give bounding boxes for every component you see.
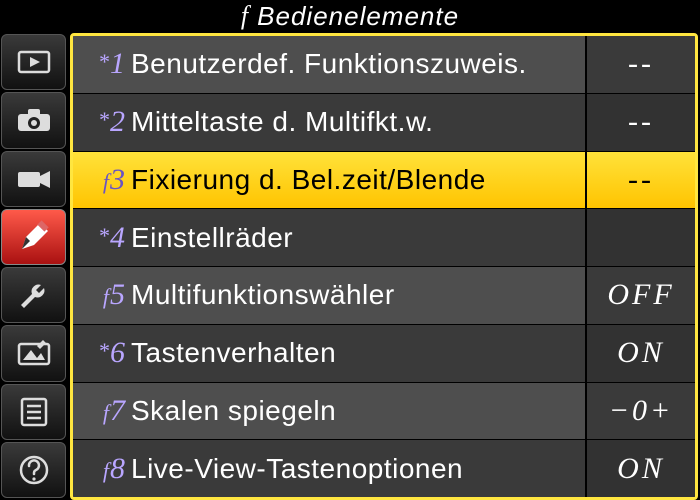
menu-item-label: Mitteltaste d. Multifkt.w. (131, 106, 585, 138)
sidebar-tab-custom[interactable] (1, 209, 66, 265)
menu-item-label: Live-View-Tastenoptionen (131, 453, 585, 485)
menu-item-label: Skalen spiegeln (131, 395, 585, 427)
menu-item-value: OFF (585, 267, 695, 324)
sidebar-tab-setup[interactable] (1, 267, 66, 323)
menu-item-f6[interactable]: *6 Tastenverhalten ON (73, 325, 695, 383)
camera-icon (15, 106, 53, 134)
menu-item-code: *1 (73, 47, 131, 81)
menu-item-value: −0+ (585, 383, 695, 440)
menu-item-code: f7 (73, 394, 131, 428)
menu-item-value: ON (585, 440, 695, 497)
menu-list: *1 Benutzerdef. Funktionszuweis. -- *2 M… (70, 33, 698, 500)
sidebar-tab-mymenu[interactable] (1, 384, 66, 440)
menu-item-code: f5 (73, 278, 131, 312)
retouch-icon (15, 338, 53, 368)
menu-item-code: *4 (73, 221, 131, 255)
menu-item-f4[interactable]: *4 Einstellräder (73, 209, 695, 267)
menu-item-value (585, 209, 695, 266)
menu-item-value: ON (585, 325, 695, 382)
pencil-icon (16, 219, 52, 255)
menu-item-label: Multifunktionswähler (131, 279, 585, 311)
menu-body: *1 Benutzerdef. Funktionszuweis. -- *2 M… (0, 32, 700, 500)
menu-item-f3[interactable]: f3 Fixierung d. Bel.zeit/Blende -- (73, 152, 695, 210)
mymenu-icon (17, 396, 51, 428)
menu-item-f2[interactable]: *2 Mitteltaste d. Multifkt.w. -- (73, 94, 695, 152)
menu-item-value: -- (585, 152, 695, 209)
menu-item-code: *6 (73, 336, 131, 370)
camera-menu-screen: f Bedienelemente (0, 0, 700, 500)
header-prefix: f (241, 1, 249, 31)
sidebar-tab-help[interactable] (1, 442, 66, 498)
sidebar-tab-playback[interactable] (1, 34, 66, 90)
menu-item-code: *2 (73, 105, 131, 139)
menu-item-label: Benutzerdef. Funktionszuweis. (131, 48, 585, 80)
wrench-icon (17, 278, 51, 312)
menu-item-f7[interactable]: f7 Skalen spiegeln −0+ (73, 383, 695, 441)
sidebar-tab-video[interactable] (1, 151, 66, 207)
menu-item-value: -- (585, 36, 695, 93)
sidebar-tab-retouch[interactable] (1, 325, 66, 381)
menu-item-label: Einstellräder (131, 222, 585, 254)
header-title: Bedienelemente (257, 1, 459, 32)
menu-item-value: -- (585, 94, 695, 151)
menu-item-code: f3 (73, 163, 131, 197)
menu-item-label: Tastenverhalten (131, 337, 585, 369)
menu-item-label: Fixierung d. Bel.zeit/Blende (131, 164, 585, 196)
sidebar-tab-photo[interactable] (1, 92, 66, 148)
playback-icon (16, 48, 52, 76)
menu-item-f5[interactable]: f5 Multifunktionswähler OFF (73, 267, 695, 325)
menu-item-f1[interactable]: *1 Benutzerdef. Funktionszuweis. -- (73, 36, 695, 94)
sidebar (0, 32, 68, 500)
video-icon (15, 165, 53, 193)
menu-item-code: f8 (73, 452, 131, 486)
menu-header: f Bedienelemente (0, 0, 700, 32)
help-icon (18, 454, 50, 486)
menu-item-f8[interactable]: f8 Live-View-Tastenoptionen ON (73, 440, 695, 497)
